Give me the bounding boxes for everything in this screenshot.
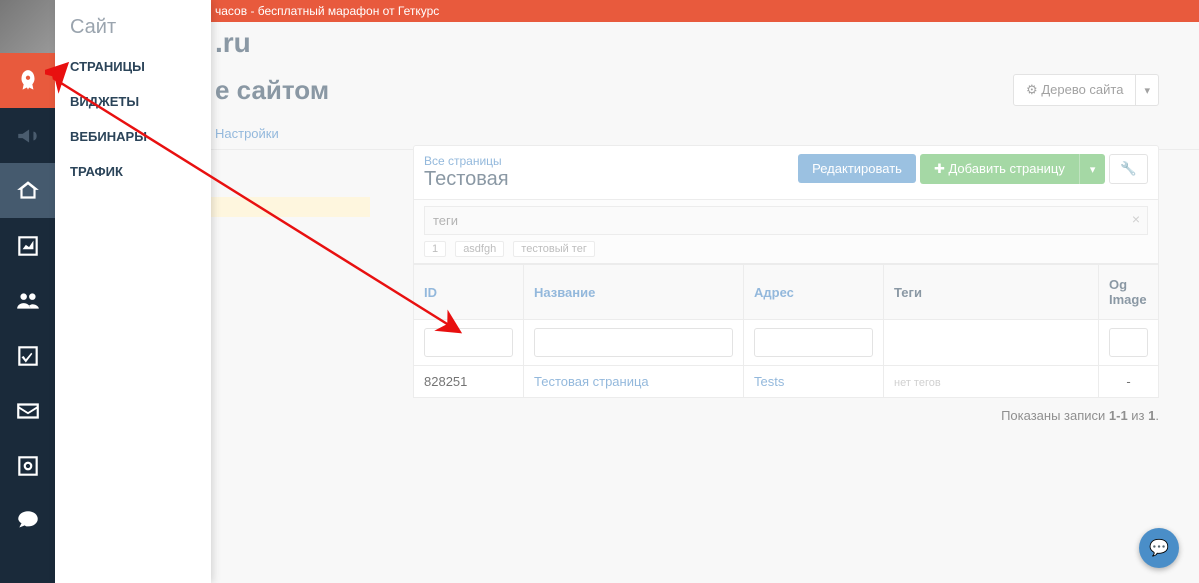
chat-icon: [15, 508, 41, 534]
flyout-webinars[interactable]: ВЕБИНАРЫ: [55, 119, 211, 154]
icon-rail: [0, 0, 55, 583]
chart-icon: [15, 233, 41, 259]
gear-box-icon: [15, 453, 41, 479]
site-flyout: Сайт СТРАНИЦЫ ВИДЖЕТЫ ВЕБИНАРЫ ТРАФИК: [55, 0, 211, 583]
rail-site[interactable]: [0, 163, 55, 218]
chat-fab[interactable]: 💬: [1139, 528, 1179, 568]
rail-mail[interactable]: [0, 383, 55, 438]
rail-gear-box[interactable]: [0, 438, 55, 493]
rail-users[interactable]: [0, 273, 55, 328]
rocket-icon: [15, 68, 41, 94]
avatar[interactable]: [0, 0, 55, 53]
house-icon: [15, 178, 41, 204]
mail-icon: [15, 398, 41, 424]
flyout-pages[interactable]: СТРАНИЦЫ: [55, 49, 211, 84]
users-icon: [15, 288, 41, 314]
check-icon: [15, 343, 41, 369]
rail-chat[interactable]: [0, 493, 55, 548]
megaphone-icon: [15, 123, 41, 149]
flyout-traffic[interactable]: ТРАФИК: [55, 154, 211, 189]
modal-overlay[interactable]: [211, 22, 1199, 583]
rail-rocket[interactable]: [0, 53, 55, 108]
rail-chart[interactable]: [0, 218, 55, 273]
rail-megaphone[interactable]: [0, 108, 55, 163]
rail-check[interactable]: [0, 328, 55, 383]
chat-bubble-icon: 💬: [1149, 538, 1169, 558]
flyout-widgets[interactable]: ВИДЖЕТЫ: [55, 84, 211, 119]
flyout-title: Сайт: [55, 0, 211, 49]
